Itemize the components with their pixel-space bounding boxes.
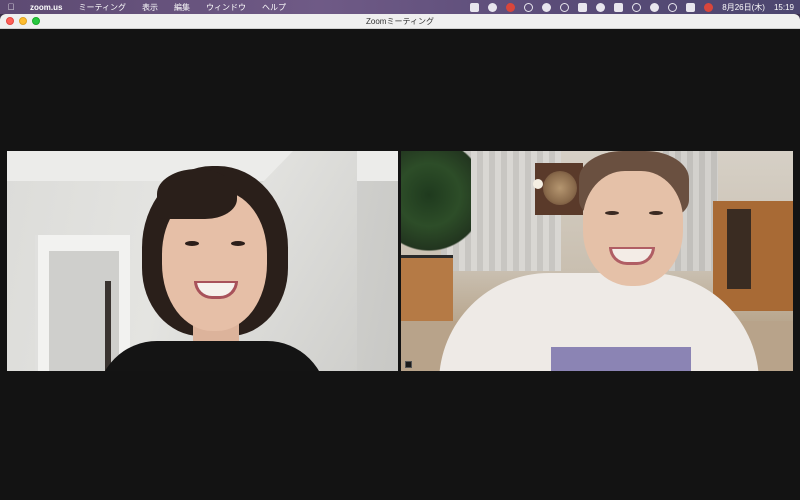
apple-icon[interactable]:  <box>0 2 22 12</box>
window-controls <box>6 17 40 25</box>
minimize-button[interactable] <box>19 17 27 25</box>
participant-face <box>583 171 683 286</box>
battery-icon[interactable] <box>614 2 624 12</box>
shirt-print <box>551 347 691 371</box>
window-title: Zoomミーティング <box>366 16 434 26</box>
zoom-meeting-window: Zoomミーティング <box>0 14 800 500</box>
menu-view[interactable]: 表示 <box>134 2 166 13</box>
pendant-lamp <box>533 179 543 189</box>
menu-meeting[interactable]: ミーティング <box>70 2 134 13</box>
clock-time[interactable]: 15:19 <box>774 3 794 12</box>
todo-app-icon[interactable] <box>506 2 516 12</box>
title-bar[interactable]: Zoomミーティング <box>0 14 800 29</box>
participant-video-right[interactable] <box>401 151 793 371</box>
sync-icon[interactable] <box>542 2 552 12</box>
wall-art-wreath <box>543 171 577 205</box>
menu-edit[interactable]: 編集 <box>166 2 198 13</box>
maximize-button[interactable] <box>32 17 40 25</box>
menu-help[interactable]: ヘルプ <box>254 2 294 13</box>
participant-video-left[interactable] <box>7 151 398 371</box>
participant-eye <box>605 211 619 215</box>
avatar-icon[interactable] <box>704 2 714 12</box>
participant-eye <box>231 241 245 246</box>
search-icon[interactable] <box>668 2 678 12</box>
close-button[interactable] <box>6 17 14 25</box>
clock-date[interactable]: 8月26日(木) <box>722 2 765 13</box>
video-status-icon <box>405 361 412 368</box>
menu-app-name[interactable]: zoom.us <box>22 3 70 12</box>
participant-eye <box>185 241 199 246</box>
wifi-icon[interactable] <box>632 2 642 12</box>
creative-cloud-icon[interactable] <box>488 2 498 12</box>
shelf-panel <box>727 209 751 289</box>
clipboard-icon[interactable] <box>578 2 588 12</box>
camera-status-icon[interactable] <box>470 2 480 12</box>
status-area: 8月26日(木) 15:19 <box>470 0 794 14</box>
participant-eye <box>649 211 663 215</box>
menu-window[interactable]: ウィンドウ <box>198 2 254 13</box>
participant-fringe <box>157 169 237 219</box>
record-icon[interactable] <box>560 2 570 12</box>
wooden-shelf <box>713 201 793 311</box>
control-center-icon[interactable] <box>686 2 696 12</box>
slack-icon[interactable] <box>524 2 534 12</box>
user-icon[interactable] <box>650 2 660 12</box>
door-frame <box>105 281 111 371</box>
menu-bar:  zoom.us ミーティング 表示 編集 ウィンドウ ヘルプ 8月26日(木… <box>0 0 800 14</box>
bluetooth-icon[interactable] <box>596 2 606 12</box>
house-plant <box>401 151 471 261</box>
